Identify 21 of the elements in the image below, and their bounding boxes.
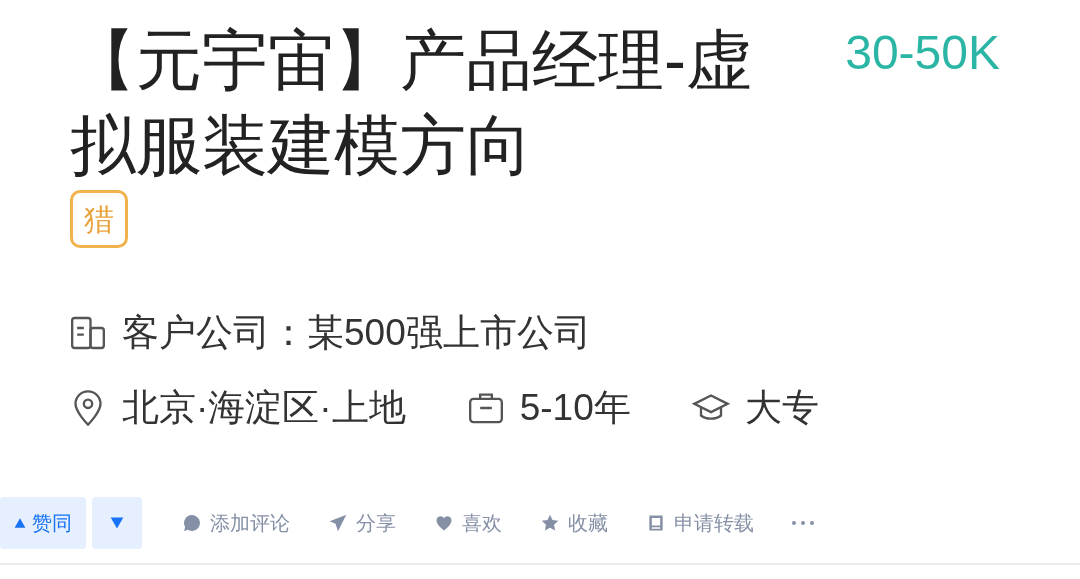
- triangle-up-icon: [14, 517, 26, 529]
- document-icon: [646, 513, 666, 533]
- job-detail: 大专: [744, 386, 819, 430]
- salary: 30-50K: [845, 25, 1000, 81]
- action-button[interactable]: 喜欢: [434, 508, 502, 538]
- job-detail: 北京·海淀区·上地: [122, 386, 406, 430]
- action-button[interactable]: 分享: [328, 508, 396, 538]
- action-button[interactable]: 申请转载: [646, 508, 754, 538]
- comment-bubble-icon: [182, 513, 202, 533]
- headhunter-badge: 猎: [70, 190, 128, 248]
- paper-plane-icon: [328, 513, 348, 533]
- downvote-button[interactable]: [92, 497, 142, 549]
- star-icon: [540, 513, 560, 533]
- upvote-button[interactable]: 赞同: [0, 497, 86, 549]
- job-title: 【元宇宙】产品经理-虚拟服装建模方向: [70, 22, 753, 184]
- action-button[interactable]: 收藏: [540, 508, 608, 538]
- job-detail: 客户公司：某500强上市公司: [122, 311, 591, 355]
- heart-icon: [434, 513, 454, 533]
- job-detail: 5-10年: [519, 386, 631, 430]
- action-button[interactable]: 添加评论: [182, 508, 290, 538]
- triangle-down-icon: [110, 516, 124, 530]
